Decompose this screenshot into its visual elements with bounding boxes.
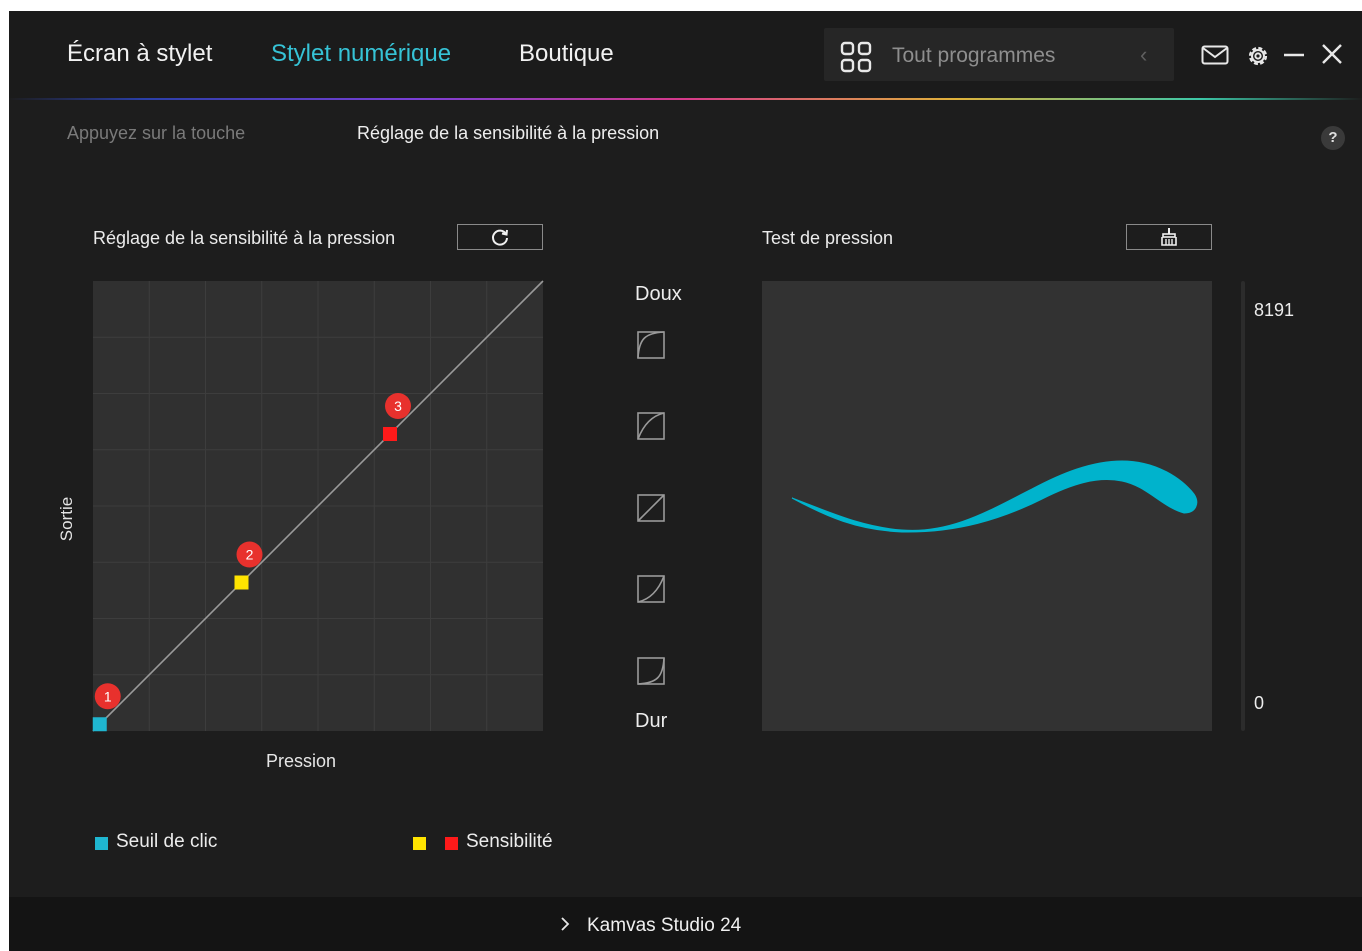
pressure-test-stroke bbox=[791, 460, 1198, 533]
gear-icon[interactable] bbox=[1245, 43, 1271, 69]
control-point-badge-label: 3 bbox=[394, 398, 402, 414]
close-icon[interactable] bbox=[1321, 43, 1343, 65]
control-point-badge-label: 1 bbox=[104, 688, 112, 704]
pressure-min-value: 0 bbox=[1254, 693, 1265, 713]
pressure-max-value: 8191 bbox=[1254, 300, 1295, 320]
control-point-2[interactable] bbox=[234, 575, 249, 590]
tab-store[interactable]: Boutique bbox=[519, 40, 614, 68]
legend-sensitivity-swatch-yellow bbox=[413, 837, 426, 850]
program-selector[interactable]: Tout programmes ‹ bbox=[824, 28, 1174, 81]
pressure-test-canvas[interactable] bbox=[762, 281, 1212, 731]
medium-soft-curve-icon[interactable] bbox=[637, 412, 665, 440]
legend-threshold-swatch bbox=[95, 837, 108, 850]
top-bar: Écran à stylet Stylet numérique Boutique… bbox=[9, 11, 1362, 99]
chevron-right-icon bbox=[561, 917, 570, 931]
clear-button[interactable] bbox=[1126, 224, 1212, 250]
chevron-left-icon[interactable]: ‹ bbox=[1140, 42, 1147, 68]
hard-label: Dur bbox=[635, 710, 668, 732]
device-footer[interactable]: Kamvas Studio 24 bbox=[9, 897, 1362, 951]
tab-digital-pen[interactable]: Stylet numérique bbox=[271, 40, 451, 68]
subtab-press-key[interactable]: Appuyez sur la touche bbox=[67, 123, 245, 144]
pressure-test-title: Test de pression bbox=[762, 228, 894, 248]
minimize-icon[interactable] bbox=[1282, 45, 1306, 65]
pressure-panel-title: Réglage de la sensibilité à la pression bbox=[93, 228, 396, 248]
refresh-icon bbox=[492, 229, 508, 246]
mail-icon[interactable] bbox=[1201, 45, 1229, 65]
legend-sensitivity-swatch-red bbox=[445, 837, 458, 850]
subtab-pressure-sensitivity[interactable]: Réglage de la sensibilité à la pression bbox=[357, 123, 659, 144]
soft-curve-icon[interactable] bbox=[637, 331, 665, 359]
pressure-curve-graph[interactable]: 1 2 3 bbox=[92, 280, 544, 732]
x-axis-label: Pression bbox=[266, 751, 337, 771]
medium-hard-curve-icon[interactable] bbox=[637, 575, 665, 603]
app-window: Écran à stylet Stylet numérique Boutique… bbox=[9, 11, 1362, 951]
pressure-meter bbox=[1241, 281, 1245, 731]
linear-curve-icon[interactable] bbox=[637, 494, 665, 522]
hard-curve-icon[interactable] bbox=[637, 657, 665, 685]
legend-threshold-label: Seuil de clic bbox=[116, 831, 218, 852]
control-point-3[interactable] bbox=[383, 427, 397, 441]
tab-pen-display[interactable]: Écran à stylet bbox=[67, 40, 212, 68]
control-point-1[interactable] bbox=[92, 717, 107, 732]
broom-icon bbox=[1161, 228, 1177, 246]
reset-button[interactable] bbox=[457, 224, 543, 250]
grid-icon bbox=[840, 41, 872, 73]
y-axis-label: Sortie bbox=[57, 496, 76, 542]
header-divider bbox=[9, 98, 1362, 100]
help-button[interactable]: ? bbox=[1321, 126, 1345, 150]
device-name: Kamvas Studio 24 bbox=[587, 915, 742, 936]
soft-label: Doux bbox=[635, 283, 682, 305]
control-point-badge-label: 2 bbox=[246, 547, 254, 563]
legend-sensitivity-label: Sensibilité bbox=[466, 831, 553, 852]
program-selector-label: Tout programmes bbox=[892, 44, 1056, 67]
